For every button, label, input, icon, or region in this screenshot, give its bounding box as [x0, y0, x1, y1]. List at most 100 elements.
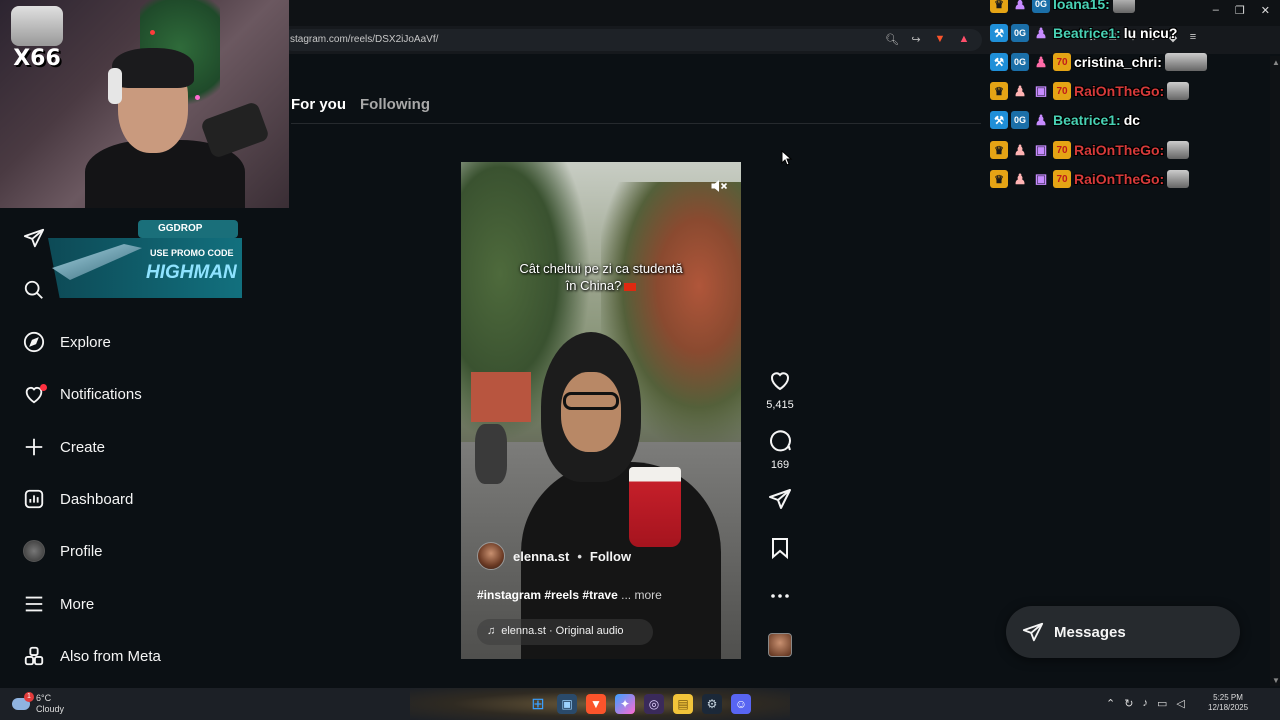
- author-username[interactable]: elenna.st: [513, 549, 569, 564]
- sidebar-item-label: Create: [60, 438, 106, 456]
- sidebar-item-create[interactable]: Create: [22, 435, 105, 459]
- share-action[interactable]: [762, 487, 798, 516]
- sidebar-item-meta[interactable]: Also from Meta: [22, 644, 161, 668]
- video-building: [471, 372, 531, 422]
- video-person-face: [561, 372, 621, 452]
- zoom-icon[interactable]: 🔍︎: [884, 31, 900, 47]
- badge-image: [11, 6, 63, 46]
- video-caption: Cât cheltui pe zi ca studentă în China?: [461, 260, 741, 294]
- sidebar-item-notifications[interactable]: Notifications: [22, 382, 142, 406]
- sidebar-item-label: Also from Meta: [60, 647, 161, 665]
- comment-action[interactable]: 169: [762, 428, 798, 471]
- like-count: 5,415: [766, 399, 794, 411]
- sidebar-item-dashboard[interactable]: Dashboard: [22, 487, 133, 511]
- chevron-up-icon[interactable]: ⌃: [1106, 697, 1115, 710]
- heart-icon: [22, 382, 47, 406]
- emote-icon: [1167, 170, 1190, 188]
- page-scrollbar[interactable]: [1270, 56, 1280, 686]
- sidebar-item-more[interactable]: More: [22, 592, 94, 616]
- save-action[interactable]: [762, 536, 798, 565]
- reel-author: elenna.st • Follow: [477, 542, 631, 570]
- address-bar[interactable]: stagram.com/reels/DSX2iJoAaVf/: [282, 29, 982, 51]
- paper-plane-icon: [22, 226, 46, 250]
- tab-for-you[interactable]: For you: [291, 96, 346, 113]
- paper-plane-icon[interactable]: [768, 487, 792, 511]
- task-view-icon[interactable]: ▣: [557, 694, 577, 714]
- comment-icon[interactable]: [768, 428, 792, 452]
- reel-hashtags: #instagram #reels #trave ... more: [477, 588, 662, 602]
- chat-message: ♛ ♟ ▣ 70 RaiOnTheGo:: [990, 82, 1190, 100]
- reel-video[interactable]: Cât cheltui pe zi ca studentă în China? …: [461, 162, 741, 659]
- sidebar-item-messages[interactable]: [22, 226, 46, 250]
- maximize-button[interactable]: ❐: [1235, 4, 1245, 17]
- ellipsis-icon[interactable]: [768, 584, 792, 608]
- scroll-down-arrow-icon[interactable]: ▼: [1272, 676, 1280, 685]
- streamer-beanie: [112, 48, 194, 88]
- windows-start-icon[interactable]: ⊞: [528, 694, 548, 714]
- discord-icon[interactable]: ☺: [731, 694, 751, 714]
- sidebar-item-search[interactable]: [22, 278, 46, 302]
- divider: [291, 123, 981, 124]
- streamer-webcam: X66: [0, 0, 289, 208]
- messages-button[interactable]: Messages: [1006, 606, 1240, 658]
- follow-button[interactable]: Follow: [590, 549, 631, 564]
- speaker-icon[interactable]: ◁: [1176, 697, 1184, 710]
- like-action[interactable]: 5,415: [762, 368, 798, 411]
- steam-icon[interactable]: ⚙: [702, 694, 722, 714]
- tab-following[interactable]: Following: [360, 96, 430, 113]
- gift-badge-icon: ▣: [1034, 142, 1048, 157]
- video-glasses: [563, 392, 619, 410]
- menu-icon[interactable]: ≡: [1186, 31, 1200, 44]
- sidebar-item-label: Profile: [60, 542, 103, 560]
- volume-icon[interactable]: ♪: [1142, 697, 1148, 710]
- address-bar-icons: 🔍︎ ↪ ▼ ▲: [884, 31, 972, 47]
- share-icon[interactable]: ↪: [908, 31, 924, 47]
- heart-icon[interactable]: [768, 368, 792, 392]
- audio-thumbnail[interactable]: [768, 633, 792, 657]
- rank-badge-icon: 0G: [1011, 111, 1029, 129]
- minimize-button[interactable]: –: [1213, 4, 1219, 17]
- copilot-icon[interactable]: ✦: [615, 694, 635, 714]
- promo-brand: GGDROP: [138, 220, 238, 238]
- sub-badge-icon: ♟: [1034, 53, 1048, 70]
- muted-icon[interactable]: [709, 176, 729, 196]
- chat-message: ⚒ 0G ♟ Beatrice1: dc: [990, 111, 1140, 129]
- gift-badge-icon: ▣: [1034, 171, 1048, 186]
- chart-icon: [22, 487, 46, 511]
- sync-icon[interactable]: ↻: [1124, 697, 1133, 710]
- streamer-badge: X66: [8, 6, 66, 76]
- gift-badge-icon: ▣: [1034, 83, 1048, 98]
- headphones: [108, 68, 122, 104]
- chat-message: ♛ ♟ 0G Ioana15:: [990, 0, 1135, 13]
- paper-plane-icon: [1022, 622, 1044, 642]
- more-link[interactable]: ... more: [621, 588, 662, 602]
- file-explorer-icon[interactable]: ▤: [673, 694, 693, 714]
- obs-icon[interactable]: ◎: [644, 694, 664, 714]
- badge-label: X66: [13, 46, 61, 71]
- emote-icon: [1164, 53, 1207, 71]
- audio-thumbnail-action[interactable]: [762, 633, 798, 657]
- rank-badge-icon: 0G: [1032, 0, 1050, 13]
- display-icon[interactable]: ▭: [1157, 697, 1167, 710]
- close-window-button[interactable]: ✕: [1261, 4, 1270, 17]
- author-avatar[interactable]: [477, 542, 505, 570]
- sidebar-item-profile[interactable]: Profile: [22, 539, 103, 563]
- system-clock[interactable]: 5:25 PM 12/18/2025: [1208, 693, 1248, 713]
- brave-shields-icon[interactable]: ▼: [932, 31, 948, 47]
- sidebar-item-label: Notifications: [60, 385, 142, 403]
- reel-audio-link[interactable]: ♫ elenna.st · Original audio: [477, 619, 653, 645]
- sidebar-item-explore[interactable]: Explore: [22, 330, 111, 354]
- scroll-up-arrow-icon[interactable]: ▲: [1272, 58, 1280, 67]
- sidebar-item-label: More: [60, 595, 95, 613]
- bookmark-icon[interactable]: [768, 536, 792, 560]
- weather-widget[interactable]: 1 6°C Cloudy: [12, 692, 64, 715]
- search-icon: [22, 278, 46, 302]
- chat-username: Beatrice1:: [1053, 112, 1121, 128]
- brave-browser-icon[interactable]: ▼: [586, 694, 606, 714]
- brave-rewards-icon[interactable]: ▲: [956, 31, 972, 47]
- sub-badge-icon: ♟: [1013, 170, 1027, 187]
- emote-icon: [1167, 141, 1190, 159]
- plus-icon: [22, 435, 46, 459]
- hashtags-text[interactable]: #instagram #reels #trave: [477, 588, 618, 602]
- more-options-action[interactable]: [762, 584, 798, 613]
